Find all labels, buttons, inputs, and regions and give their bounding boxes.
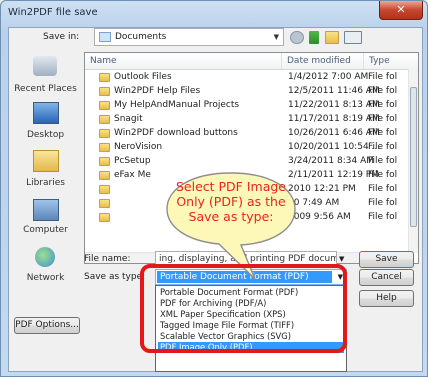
place-label: Libraries <box>26 178 65 188</box>
file-row[interactable]: Win2PDF Help Files 12/5/2011 11:46 AM File… <box>85 85 409 98</box>
file-name-cell: Snagit <box>114 114 143 124</box>
file-name-dropdown-icon[interactable]: ▼ <box>339 255 344 263</box>
file-row[interactable]: NeroVision 10/20/2011 10:54 ... File fol <box>85 141 409 154</box>
type-cell: File fol <box>368 86 398 96</box>
date-modified-cell: 2/11/2011 12:19 PM <box>288 170 379 180</box>
column-header-date[interactable]: Date modified <box>287 56 351 66</box>
type-cell: File fol <box>368 184 398 194</box>
callout-text: Select PDF Image Only (PDF) as the Save … <box>167 179 295 224</box>
place-libraries[interactable]: Libraries <box>9 150 82 190</box>
pdf-options-button[interactable]: PDF Options... <box>14 317 80 334</box>
network-icon <box>35 247 55 267</box>
file-row[interactable]: Outlook Files 1/4/2012 7:00 AM File fol <box>85 71 409 84</box>
callout-line: Select PDF Image <box>175 179 286 194</box>
place-desktop[interactable]: Desktop <box>9 102 82 142</box>
file-name-cell: Win2PDF download buttons <box>114 128 238 138</box>
file-row[interactable]: Win2PDF download buttons 10/26/2011 6:46 … <box>85 127 409 140</box>
views-menu-icon[interactable] <box>344 31 362 44</box>
file-name-cell: Outlook Files <box>114 72 172 82</box>
folder-icon <box>99 143 110 152</box>
type-cell: File fol <box>368 170 398 180</box>
file-name-cell: My HelpAndManual Projects <box>114 100 240 110</box>
date-modified-cell: 10/26/2011 6:46 AM <box>288 128 380 138</box>
file-row[interactable]: My HelpAndManual Projects 11/22/2011 8:13… <box>85 99 409 112</box>
places-bar: Recent Places Desktop Libraries Computer… <box>9 52 82 314</box>
callout-line: Save as type: <box>188 209 274 224</box>
type-cell: File fol <box>368 128 398 138</box>
file-name-cell: NeroVision <box>114 142 163 152</box>
file-save-dialog: Win2PDF file save ✕ Save in: Documents ▼… <box>0 0 428 377</box>
file-row[interactable]: PcSetup 3/24/2011 8:34 AM File fol <box>85 155 409 168</box>
folder-icon <box>99 87 110 96</box>
window-title: Win2PDF file save <box>8 7 98 18</box>
file-name-cell: Win2PDF Help Files <box>114 86 201 96</box>
column-header-type[interactable]: Type <box>369 56 390 66</box>
computer-icon <box>33 199 59 221</box>
date-modified-cell: 11/22/2011 8:13 AM <box>288 100 380 110</box>
folder-icon <box>99 185 110 194</box>
date-modified-cell: 10/20/2011 10:54 ... <box>288 142 381 152</box>
type-cell: File fol <box>368 212 398 222</box>
folder-icon <box>99 157 110 166</box>
save-in-value: Documents <box>115 32 167 42</box>
title-bar[interactable]: Win2PDF file save ✕ <box>1 1 427 27</box>
annotation-highlight-box <box>140 264 347 353</box>
folder-icon <box>99 213 110 222</box>
save-in-combo[interactable]: Documents ▼ <box>94 28 284 46</box>
type-cell: File fol <box>368 72 398 82</box>
file-name-cell: eFax Me <box>114 170 151 180</box>
documents-folder-icon <box>99 32 111 42</box>
type-cell: File fol <box>368 142 398 152</box>
folder-icon <box>99 171 110 180</box>
date-modified-cell: 3/24/2011 8:34 AM <box>288 156 375 166</box>
save-as-type-label: Save as type: <box>84 272 146 282</box>
file-row[interactable]: Snagit 11/17/2011 8:19 AM File fol <box>85 113 409 126</box>
vertical-scrollbar[interactable] <box>408 69 418 253</box>
up-folder-icon[interactable] <box>309 31 319 44</box>
type-cell: File fol <box>368 100 398 110</box>
place-label: Recent Places <box>14 84 77 94</box>
place-label: Network <box>26 273 65 283</box>
place-label: Computer <box>23 225 68 235</box>
help-button[interactable]: Help <box>359 290 414 307</box>
back-icon[interactable] <box>290 31 304 44</box>
desktop-icon <box>33 102 59 124</box>
type-cell: File fol <box>368 114 398 124</box>
date-modified-cell: 12/5/2011 11:46 AM <box>288 86 380 96</box>
close-button[interactable]: ✕ <box>379 1 423 20</box>
folder-icon <box>99 199 110 208</box>
type-cell: File fol <box>368 156 398 166</box>
place-label: Desktop <box>26 130 65 140</box>
file-list-header: Name Date modified Type <box>85 53 418 70</box>
save-in-label: Save in: <box>43 32 80 42</box>
new-folder-icon[interactable] <box>325 31 339 44</box>
recent-places-icon <box>33 56 57 76</box>
folder-icon <box>99 101 110 110</box>
column-header-name[interactable]: Name <box>90 56 117 66</box>
folder-icon <box>99 129 110 138</box>
place-recent-places[interactable]: Recent Places <box>9 56 82 96</box>
file-name-cell: PcSetup <box>114 156 151 166</box>
file-name-label: File name: <box>84 254 131 264</box>
place-computer[interactable]: Computer <box>9 199 82 239</box>
chevron-down-icon: ▼ <box>273 33 279 41</box>
callout-line: Only (PDF) as the <box>176 194 286 209</box>
place-network[interactable]: Network <box>9 247 82 287</box>
date-modified-cell: 1/4/2012 7:00 AM <box>288 72 369 82</box>
folder-icon <box>99 115 110 124</box>
type-cell: File fol <box>368 198 398 208</box>
scrollbar-thumb[interactable] <box>410 87 417 227</box>
save-button[interactable]: Save <box>359 251 414 268</box>
folder-icon <box>99 73 110 82</box>
cancel-button[interactable]: Cancel <box>359 269 414 286</box>
date-modified-cell: 11/17/2011 8:19 AM <box>288 114 380 124</box>
libraries-icon <box>33 150 59 172</box>
